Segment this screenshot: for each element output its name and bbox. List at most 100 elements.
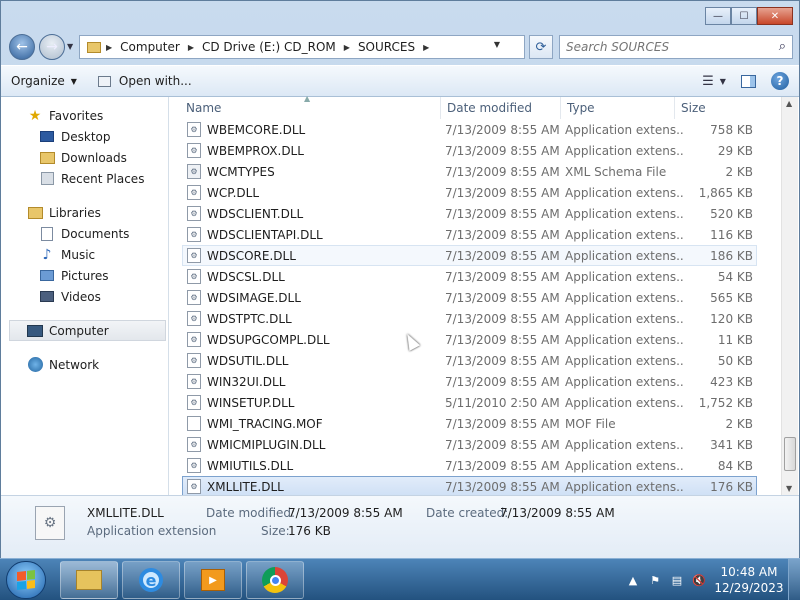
address-bar[interactable]: ▶ Computer ▶ CD Drive (E:) CD_ROM ▶ SOUR… xyxy=(79,35,525,59)
start-button[interactable] xyxy=(6,561,46,599)
scroll-down-icon[interactable]: ▼ xyxy=(786,484,792,493)
clock[interactable]: 10:48 AM 12/29/2023 xyxy=(710,564,788,596)
nav-desktop-label: Desktop xyxy=(61,129,111,144)
nav-downloads[interactable]: Downloads xyxy=(1,147,168,168)
recent-pages-dropdown[interactable]: ▼ xyxy=(67,42,73,51)
dll-file-icon: ⚙ xyxy=(187,332,201,347)
column-header-size[interactable]: Size xyxy=(675,97,755,119)
breadcrumb-separator-icon[interactable]: ▶ xyxy=(106,43,112,52)
file-date: 5/11/2010 2:50 AM xyxy=(445,395,560,410)
file-row[interactable]: ⚙ WDSCORE.DLL 7/13/2009 8:55 AM Application… xyxy=(182,245,757,266)
file-name: WBEMPROX.DLL xyxy=(207,143,304,158)
music-icon: ♪ xyxy=(42,246,52,263)
preview-pane-button[interactable] xyxy=(737,70,759,92)
column-headers: ▲ Name Date modified Type Size xyxy=(170,94,778,119)
close-button[interactable]: ✕ xyxy=(757,7,793,25)
help-icon[interactable]: ? xyxy=(771,72,789,90)
recent-places-icon xyxy=(39,171,55,187)
file-row[interactable]: ⚙ WMIUTILS.DLL 7/13/2009 8:55 AM Applicatio… xyxy=(182,455,757,476)
file-date: 7/13/2009 8:55 AM xyxy=(445,311,560,326)
breadcrumb-separator-icon[interactable]: ▶ xyxy=(344,43,350,52)
nav-videos[interactable]: Videos xyxy=(1,286,168,307)
file-size: 1,752 KB xyxy=(698,395,753,410)
breadcrumb-separator-icon[interactable]: ▶ xyxy=(188,43,194,52)
file-row[interactable]: ⚙ WCMTYPES 7/13/2009 8:55 AM XML Schema Fil… xyxy=(182,161,757,182)
nav-music[interactable]: ♪ Music xyxy=(1,244,168,265)
file-row[interactable]: ⚙ WBEMCORE.DLL 7/13/2009 8:55 AM Applicatio… xyxy=(182,119,757,140)
file-date: 7/13/2009 8:55 AM xyxy=(445,185,560,200)
forward-button[interactable]: → xyxy=(39,34,65,60)
file-row[interactable]: ⚙ WIN32UI.DLL 7/13/2009 8:55 AM Application… xyxy=(182,371,757,392)
file-row[interactable]: ⚙ WINSETUP.DLL 5/11/2010 2:50 AM Applicatio… xyxy=(182,392,757,413)
back-button[interactable]: ← xyxy=(9,34,35,60)
dll-file-icon: ⚙ xyxy=(187,458,201,473)
file-row[interactable]: ⚙ WCP.DLL 7/13/2009 8:55 AM Application ext… xyxy=(182,182,757,203)
nav-network[interactable]: Network xyxy=(1,354,168,375)
file-date: 7/13/2009 8:55 AM xyxy=(445,374,560,389)
file-row[interactable]: ⚙ WDSUTIL.DLL 7/13/2009 8:55 AM Application… xyxy=(182,350,757,371)
dll-file-icon: ⚙ xyxy=(187,374,201,389)
nav-recent-places[interactable]: Recent Places xyxy=(1,168,168,189)
vertical-scrollbar[interactable]: ▲ ▼ xyxy=(781,97,798,495)
maximize-button[interactable]: ☐ xyxy=(731,7,757,25)
taskbar-ie-button[interactable]: e xyxy=(122,561,180,599)
search-box[interactable]: ⌕ xyxy=(559,35,793,59)
dll-file-icon: ⚙ xyxy=(187,143,201,158)
breadcrumb-computer[interactable]: Computer xyxy=(116,40,184,54)
search-icon[interactable]: ⌕ xyxy=(779,39,786,54)
file-row[interactable]: ⚙ WDSCLIENT.DLL 7/13/2009 8:55 AM Applicati… xyxy=(182,203,757,224)
address-dropdown-icon[interactable]: ▼ xyxy=(494,40,500,49)
file-name-cell: WMI_TRACING.MOF xyxy=(183,416,445,431)
file-row[interactable]: ⚙ WDSIMAGE.DLL 7/13/2009 8:55 AM Applicatio… xyxy=(182,287,757,308)
column-header-type[interactable]: Type xyxy=(561,97,675,119)
dll-file-icon: ⚙ xyxy=(187,437,201,452)
media-player-icon: ▶ xyxy=(201,569,225,591)
nav-documents[interactable]: Documents xyxy=(1,223,168,244)
refresh-button[interactable]: ⟳ xyxy=(529,35,553,59)
column-header-date[interactable]: Date modified xyxy=(441,97,561,119)
taskbar-explorer-button[interactable] xyxy=(60,561,118,599)
file-row[interactable]: ⚙ WDSTPTC.DLL 7/13/2009 8:55 AM Application… xyxy=(182,308,757,329)
command-bar: Organize ▼ Open with... ☰ ▼ ? xyxy=(1,65,799,97)
file-row[interactable]: ⚙ WDSCLIENTAPI.DLL 7/13/2009 8:55 AM Applic… xyxy=(182,224,757,245)
column-header-name[interactable]: ▲ Name xyxy=(170,94,441,119)
file-row[interactable]: ⚙ WBEMPROX.DLL 7/13/2009 8:55 AM Applicatio… xyxy=(182,140,757,161)
show-hidden-icons-icon[interactable]: ▲ xyxy=(622,574,644,587)
nav-favorites-label: Favorites xyxy=(49,108,104,123)
search-input[interactable] xyxy=(566,40,766,54)
breadcrumb-separator-icon[interactable]: ▶ xyxy=(423,43,429,52)
file-row[interactable]: ⚙ XMLLITE.DLL 7/13/2009 8:55 AM Application… xyxy=(182,476,757,497)
nav-pictures[interactable]: Pictures xyxy=(1,265,168,286)
nav-desktop[interactable]: Desktop xyxy=(1,126,168,147)
scroll-up-icon[interactable]: ▲ xyxy=(786,99,792,108)
file-size: 2 KB xyxy=(725,416,753,431)
file-name-cell: ⚙ WCP.DLL xyxy=(183,185,445,200)
open-with-button[interactable]: Open with... xyxy=(87,67,202,95)
taskbar-chrome-button[interactable] xyxy=(246,561,304,599)
breadcrumb-cd-drive[interactable]: CD Drive (E:) CD_ROM xyxy=(198,40,340,54)
action-center-icon[interactable]: ⚑ xyxy=(644,574,666,587)
file-name-cell: ⚙ WDSIMAGE.DLL xyxy=(183,290,445,305)
file-row[interactable]: ⚙ WMICMIPLUGIN.DLL 7/13/2009 8:55 AM Applic… xyxy=(182,434,757,455)
volume-muted-icon[interactable]: 🔇 xyxy=(688,574,710,587)
organize-button[interactable]: Organize ▼ xyxy=(1,67,87,95)
file-type: Application extens... xyxy=(565,437,683,452)
file-row[interactable]: ⚙ WDSUPGCOMPL.DLL 7/13/2009 8:55 AM Applica… xyxy=(182,329,757,350)
nav-computer[interactable]: Computer xyxy=(9,320,166,341)
show-desktop-button[interactable] xyxy=(788,559,800,600)
file-type: Application extens... xyxy=(565,290,683,305)
taskbar-media-player-button[interactable]: ▶ xyxy=(184,561,242,599)
application-icon xyxy=(97,73,113,89)
minimize-button[interactable]: — xyxy=(705,7,731,25)
nav-favorites[interactable]: ★ Favorites xyxy=(1,105,168,126)
documents-icon xyxy=(39,226,55,242)
file-row[interactable]: ⚙ WDSCSL.DLL 7/13/2009 8:55 AM Application … xyxy=(182,266,757,287)
network-status-icon[interactable]: ▤ xyxy=(666,574,688,587)
nav-libraries[interactable]: Libraries xyxy=(1,202,168,223)
file-size: 116 KB xyxy=(710,227,753,242)
change-view-button[interactable]: ☰ ▼ xyxy=(702,70,726,92)
breadcrumb-sources[interactable]: SOURCES xyxy=(354,40,419,54)
dll-file-icon: ⚙ xyxy=(187,248,201,263)
file-row[interactable]: WMI_TRACING.MOF 7/13/2009 8:55 AM MOF File… xyxy=(182,413,757,434)
scroll-thumb[interactable] xyxy=(784,437,796,471)
